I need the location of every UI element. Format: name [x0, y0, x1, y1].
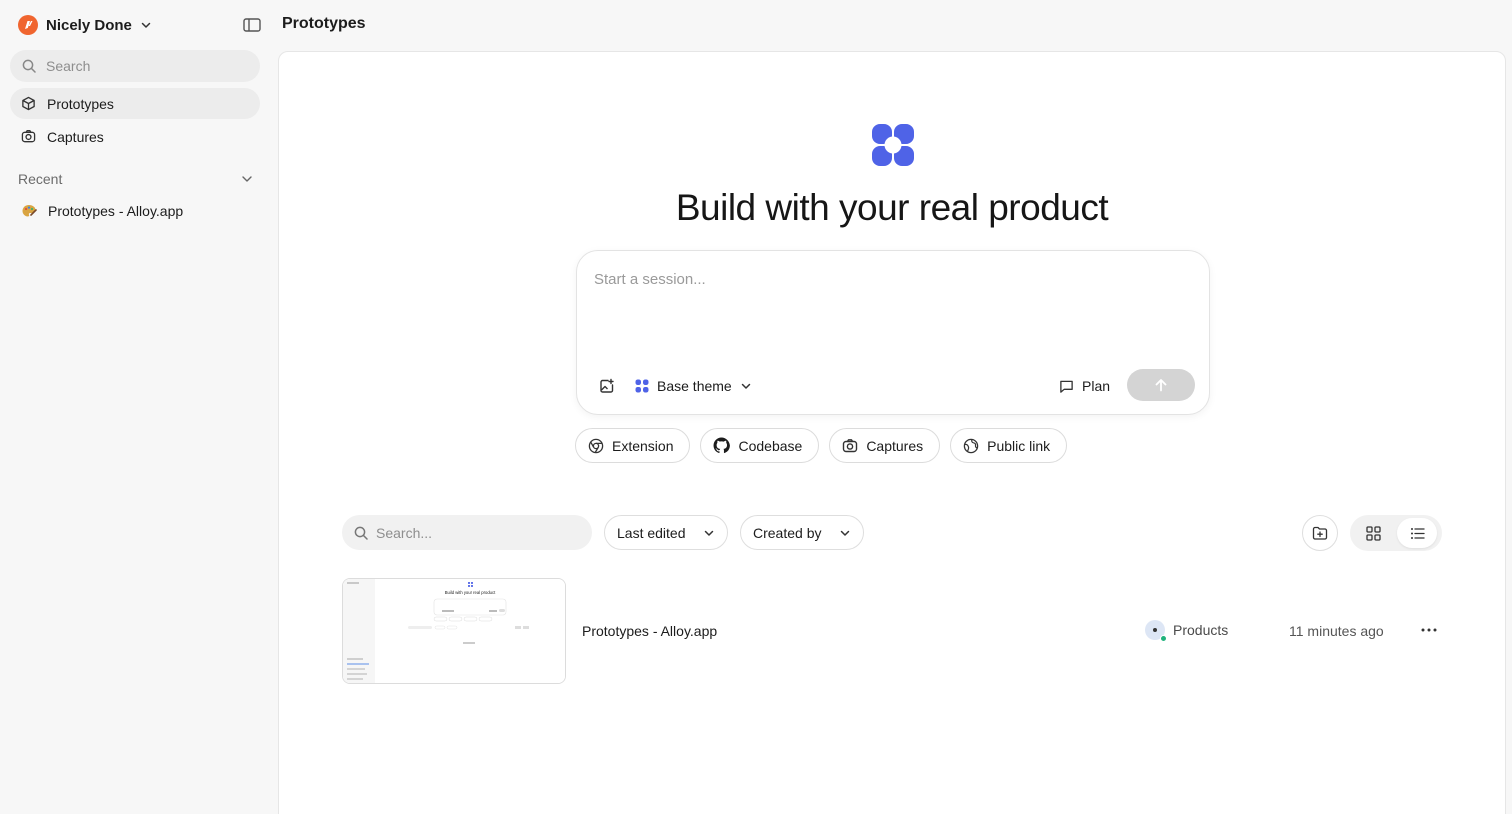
created-by-dropdown[interactable]: Created by	[740, 515, 864, 550]
sidebar-item-prototypes[interactable]: Prototypes	[10, 88, 260, 119]
workspace-switcher[interactable]: Nicely Done	[18, 14, 152, 36]
updated-time: 11 minutes ago	[1289, 623, 1384, 639]
captures-chip[interactable]: Captures	[829, 428, 941, 463]
prototype-search-input[interactable]	[376, 524, 576, 541]
created-by-label: Created by	[753, 524, 822, 541]
sort-dropdown[interactable]: Last edited	[604, 515, 728, 550]
table-row[interactable]: Build with your real product Prototypes …	[342, 577, 1442, 685]
view-toggle	[1350, 515, 1442, 551]
recent-section-toggle[interactable]: Recent	[18, 168, 254, 190]
owner-label: Products	[1173, 622, 1229, 638]
new-folder-button[interactable]	[1302, 515, 1338, 551]
search-icon	[354, 526, 368, 540]
chat-bubble-icon	[1059, 379, 1074, 394]
recent-item[interactable]: Prototypes - Alloy.app	[10, 196, 260, 226]
session-composer: Base theme Plan	[576, 250, 1210, 415]
chevron-down-icon	[839, 527, 851, 539]
grid-view-button[interactable]	[1353, 518, 1393, 548]
github-icon	[713, 437, 731, 454]
chip-label: Extension	[612, 437, 674, 454]
cube-icon	[21, 96, 36, 111]
more-options-icon[interactable]	[1419, 620, 1439, 640]
grid-icon	[1365, 525, 1381, 541]
sidebar-search[interactable]	[10, 50, 260, 82]
sidebar-item-label: Captures	[47, 128, 104, 145]
main-panel: Build with your real product Base theme …	[278, 51, 1506, 814]
theme-label: Base theme	[657, 378, 732, 394]
app-logo	[871, 123, 915, 167]
prototype-owner: Products	[1145, 620, 1229, 642]
chevron-down-icon	[240, 172, 254, 186]
thumbnail-title: Build with your real product	[445, 590, 496, 595]
sidebar-item-label: Prototypes	[47, 95, 114, 112]
page-title: Prototypes	[282, 15, 366, 32]
chevron-down-icon	[140, 19, 152, 31]
online-status-dot	[1160, 635, 1167, 642]
sort-label: Last edited	[617, 524, 686, 541]
recent-item-label: Prototypes - Alloy.app	[48, 203, 184, 219]
sidebar-item-captures[interactable]: Captures	[10, 121, 260, 152]
chip-label: Captures	[866, 437, 924, 454]
theme-selector[interactable]: Base theme	[635, 374, 752, 398]
sidebar-search-input[interactable]	[46, 58, 236, 74]
workspace-name: Nicely Done	[46, 16, 132, 34]
prototype-thumbnail[interactable]: Build with your real product	[342, 578, 566, 684]
public-link-chip[interactable]: Public link	[950, 428, 1068, 463]
hero-title: Build with your real product	[675, 187, 1109, 228]
send-button[interactable]	[1127, 369, 1195, 401]
codebase-chip[interactable]: Codebase	[700, 428, 820, 463]
sidebar: Nicely Done Prototypes Captures Recent	[0, 0, 278, 814]
chrome-icon	[588, 438, 604, 454]
session-input[interactable]	[594, 271, 1184, 351]
recent-label: Recent	[18, 171, 63, 187]
chevron-down-icon	[703, 527, 715, 539]
source-chips: Extension Codebase Captures Public link	[575, 428, 1068, 463]
camera-icon	[21, 129, 36, 144]
list-icon	[1410, 526, 1425, 541]
palette-icon	[21, 203, 37, 219]
extension-chip[interactable]: Extension	[575, 428, 691, 463]
plan-label: Plan	[1082, 378, 1111, 394]
globe-icon	[963, 438, 979, 454]
plan-button[interactable]: Plan	[1059, 374, 1110, 398]
prototype-name[interactable]: Prototypes - Alloy.app	[582, 623, 717, 639]
workspace-logo	[18, 15, 38, 35]
list-view-button[interactable]	[1397, 518, 1437, 548]
camera-icon	[842, 438, 858, 454]
folder-plus-icon	[1312, 525, 1328, 541]
attach-image-icon[interactable]	[597, 376, 617, 396]
avatar	[1145, 620, 1167, 642]
prototype-search[interactable]	[342, 515, 592, 550]
theme-icon	[635, 379, 649, 393]
sidebar-toggle-icon[interactable]	[242, 15, 262, 35]
chevron-down-icon	[740, 380, 752, 392]
arrow-up-icon	[1154, 378, 1168, 392]
search-icon	[22, 59, 36, 73]
chip-label: Codebase	[738, 437, 803, 454]
chip-label: Public link	[987, 437, 1051, 454]
